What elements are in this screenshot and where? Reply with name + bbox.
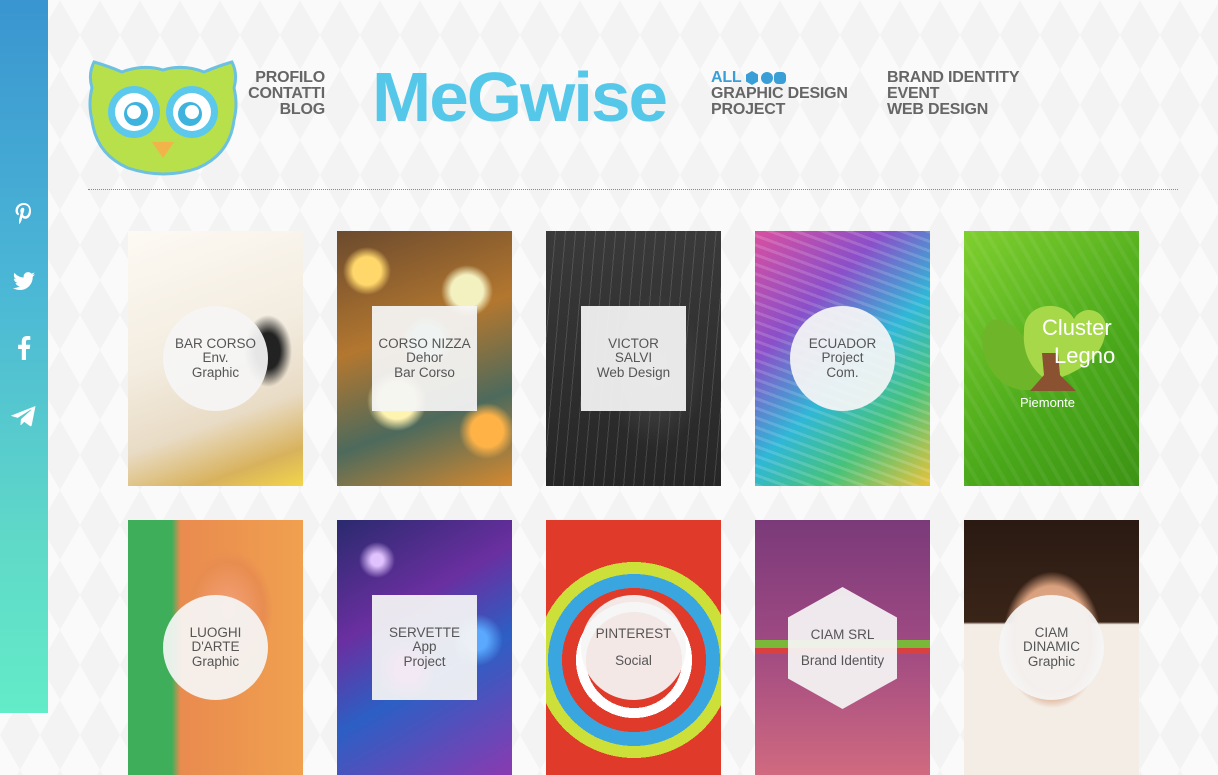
portfolio-tile-luoghi-darte[interactable]: LUOGHI D'ARTE Graphic [128, 520, 303, 775]
tile-label: ECUADOR Project Com. [790, 306, 895, 411]
nav-profilo[interactable]: PROFILO [240, 70, 325, 86]
tile-label-line: Com. [826, 364, 859, 380]
portfolio-tile-cluster-legno[interactable]: Cluster Legno Piemonte [964, 231, 1139, 486]
header-divider [88, 189, 1178, 190]
tile-label: LUOGHI D'ARTE Graphic [163, 595, 268, 700]
portfolio-tile-bar-corso[interactable]: BAR CORSO Env. Graphic [128, 231, 303, 486]
filter-brand-identity[interactable]: BRAND IDENTITY [887, 70, 1020, 86]
tile-label-line: Social [615, 652, 652, 668]
cluster-legno-logo: Cluster Legno Piemonte [982, 305, 1115, 410]
cluster-text: Cluster [1042, 315, 1112, 340]
tile-label-line: LUOGHI [189, 624, 242, 640]
telegram-icon[interactable] [0, 396, 48, 436]
tile-label: CORSO NIZZA Dehor Bar Corso [372, 306, 477, 411]
filter-web-design[interactable]: WEB DESIGN [887, 102, 1019, 118]
filter-group-b: BRAND IDENTITY EVENT WEB DESIGN [887, 70, 1020, 118]
tile-label-line: D'ARTE [191, 639, 240, 655]
tile-label-line: PINTEREST [595, 626, 672, 641]
filter-all[interactable]: ALL [711, 70, 848, 86]
filter-all-label: ALL [711, 69, 742, 86]
tile-label: PINTEREST Social [581, 595, 686, 700]
tile-label-line: CORSO NIZZA [378, 335, 471, 351]
filter-event[interactable]: EVENT [887, 86, 1019, 102]
tile-label-line: SERVETTE [388, 624, 461, 640]
legno-text: Legno [1054, 343, 1115, 368]
tile-label-line: Graphic [1027, 653, 1076, 669]
portfolio-tile-servette[interactable]: SERVETTE App Project [337, 520, 512, 775]
portfolio-tile-ciam-dinamic[interactable]: CIAM DINAMIC Graphic [964, 520, 1139, 775]
filter-project[interactable]: PROJECT [711, 102, 848, 118]
tile-label-line: Graphic [191, 653, 240, 669]
main-nav: PROFILO CONTATTI BLOG [240, 70, 325, 118]
tile-label-line: Dehor [406, 350, 443, 366]
tile-label: BAR CORSO Env. Graphic [163, 306, 268, 411]
tile-label-line: Web Design [596, 364, 671, 380]
tile-label-line: CIAM SRL [810, 626, 875, 642]
tile-label: CIAM DINAMIC Graphic [999, 595, 1104, 700]
twitter-icon[interactable] [0, 262, 48, 302]
facebook-icon[interactable] [0, 328, 48, 368]
portfolio-tile-ecuador[interactable]: ECUADOR Project Com. [755, 231, 930, 486]
tile-label-line: SALVI [614, 350, 653, 366]
tile-label: VICTOR SALVI Web Design [581, 306, 686, 411]
portfolio-tile-victor-salvi[interactable]: VICTOR SALVI Web Design [546, 231, 721, 486]
portfolio-tile-ciam-srl[interactable]: CIAM SRL Brand Identity [755, 520, 930, 775]
nav-blog[interactable]: BLOG [240, 102, 326, 118]
tile-label-line: VICTOR [608, 335, 659, 351]
tile-label-line: DINAMIC [1023, 639, 1080, 655]
social-sidebar [0, 0, 48, 713]
tile-label: SERVETTE App Project [372, 595, 477, 700]
filter-graphic-design[interactable]: GRAPHIC DESIGN [711, 86, 848, 102]
tile-label-line: Project [403, 653, 446, 669]
filter-group-a: ALL GRAPHIC DESIGN PROJECT [711, 70, 848, 118]
piemonte-text: Piemonte [1020, 395, 1075, 410]
tile-label-line: Brand Identity [800, 653, 885, 668]
portfolio-tile-corso-nizza[interactable]: CORSO NIZZA Dehor Bar Corso [337, 231, 512, 486]
tile-label-line: Bar Corso [394, 364, 455, 380]
brand-name: MeGwise [372, 66, 666, 128]
tile-label-line: Graphic [191, 364, 240, 380]
nav-contatti[interactable]: CONTATTI [240, 86, 325, 102]
tile-label-line: CIAM [1034, 624, 1069, 640]
owl-logo[interactable] [88, 58, 238, 176]
tile-label-line: Env. [202, 350, 229, 366]
tile-label-line: Project [821, 350, 864, 366]
pinterest-icon[interactable] [0, 194, 48, 234]
tile-label-line: BAR CORSO [174, 335, 256, 351]
shapes-icon [745, 71, 786, 85]
brand-logo[interactable]: MeGwise [370, 58, 670, 136]
portfolio-tile-pinterest[interactable]: PINTEREST Social [546, 520, 721, 775]
tile-label-line: App [412, 639, 437, 655]
tile-label-line: ECUADOR [808, 335, 877, 351]
